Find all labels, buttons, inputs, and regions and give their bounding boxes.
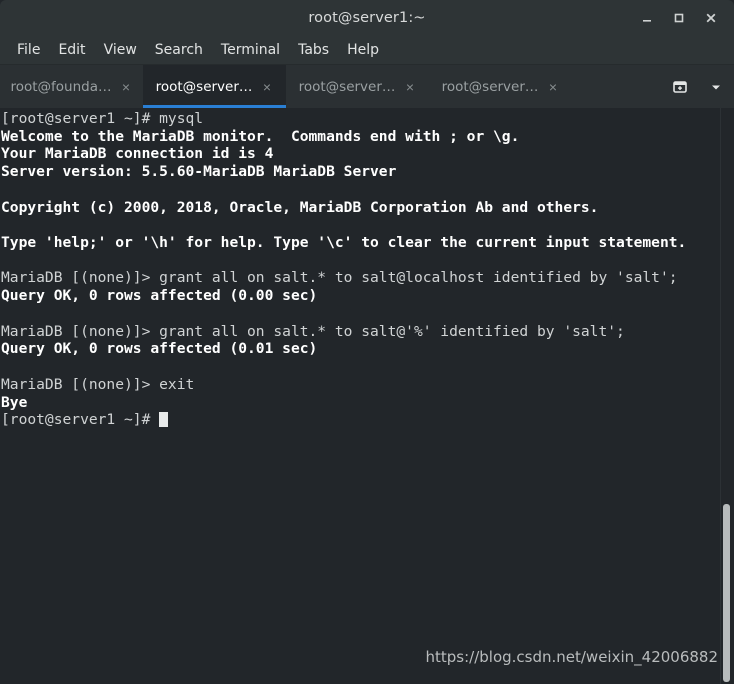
watermark: https://blog.csdn.net/weixin_42006882 [425, 648, 718, 666]
tab-label: root@founda… [10, 78, 112, 95]
terminal-line: Your MariaDB connection id is 4 [1, 145, 274, 163]
menu-item-file[interactable]: File [8, 39, 49, 61]
menu-bar: File Edit View Search Terminal Tabs Help [0, 36, 734, 65]
chevron-down-icon[interactable] [698, 65, 734, 108]
tab-bar: root@founda… × root@server… × root@serve… [0, 65, 734, 108]
window-title: root@server1:~ [308, 10, 426, 26]
tab-close-icon[interactable]: × [403, 80, 416, 94]
terminal-prompt-line: [root@server1 ~]# [1, 411, 720, 429]
terminal-line: MariaDB [(none)]> grant all on salt.* to… [1, 269, 678, 287]
close-button[interactable] [696, 3, 726, 33]
terminal-line: Query OK, 0 rows affected (0.00 sec) [1, 287, 318, 305]
menu-item-terminal[interactable]: Terminal [212, 39, 289, 61]
scrollbar-thumb[interactable] [723, 504, 730, 682]
terminal-output: [root@server1 ~]# mysql Welcome to the Ma… [1, 110, 720, 429]
tab-4[interactable]: root@server… × [429, 65, 572, 108]
terminal-line: Copyright (c) 2000, 2018, Oracle, MariaD… [1, 198, 599, 216]
terminal-line: MariaDB [(none)]> exit [1, 375, 195, 393]
menu-item-view[interactable]: View [95, 39, 146, 61]
tab-close-icon[interactable]: × [120, 80, 133, 94]
tab-3[interactable]: root@server… × [286, 65, 429, 108]
menu-item-search[interactable]: Search [146, 39, 212, 61]
title-bar: root@server1:~ [0, 0, 734, 36]
terminal-line: Welcome to the MariaDB monitor. Commands… [1, 127, 520, 145]
tab-close-icon[interactable]: × [260, 80, 273, 94]
window-controls [632, 0, 726, 36]
terminal-line: Type 'help;' or '\h' for help. Type '\c'… [1, 234, 687, 252]
maximize-button[interactable] [664, 3, 694, 33]
terminal-line: Query OK, 0 rows affected (0.01 sec) [1, 340, 318, 358]
tab-label: root@server… [298, 78, 396, 95]
terminal-line: Server version: 5.5.60-MariaDB MariaDB S… [1, 163, 397, 181]
terminal-body[interactable]: [root@server1 ~]# mysql Welcome to the Ma… [0, 108, 734, 684]
menu-item-help[interactable]: Help [338, 39, 388, 61]
tab-label: root@server… [155, 78, 253, 95]
menu-item-edit[interactable]: Edit [49, 39, 94, 61]
terminal-line: MariaDB [(none)]> grant all on salt.* to… [1, 322, 625, 340]
minimize-button[interactable] [632, 3, 662, 33]
new-tab-icon[interactable] [662, 65, 698, 108]
tab-bar-spacer [572, 65, 662, 108]
tab-close-icon[interactable]: × [546, 80, 559, 94]
tab-label: root@server… [441, 78, 539, 95]
block-cursor [159, 412, 169, 428]
tab-2[interactable]: root@server… × [143, 65, 286, 108]
terminal-window: root@server1:~ File Edit View Search Ter… [0, 0, 734, 684]
scrollbar[interactable] [720, 108, 734, 684]
menu-item-tabs[interactable]: Tabs [289, 39, 338, 61]
terminal-line: Bye [1, 393, 28, 411]
terminal-line: [root@server1 ~]# mysql [1, 110, 204, 127]
tab-1[interactable]: root@founda… × [0, 65, 143, 108]
